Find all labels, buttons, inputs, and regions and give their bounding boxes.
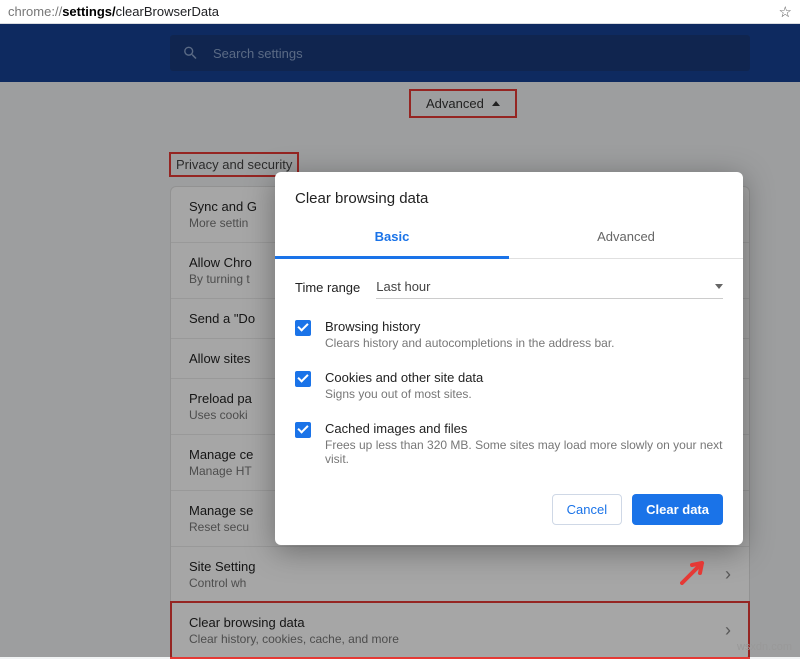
- time-range-select[interactable]: Last hour: [376, 275, 723, 299]
- row-title: Site Setting: [189, 559, 725, 574]
- checkbox-browsing-history[interactable]: [295, 320, 311, 336]
- row-title: Clear browsing data: [189, 615, 725, 630]
- advanced-section-toggle[interactable]: Advanced: [410, 90, 516, 117]
- clear-browsing-data-dialog: Clear browsing data Basic Advanced Time …: [275, 172, 743, 545]
- chevron-up-icon: [492, 101, 500, 106]
- annotation-arrow-icon: [680, 555, 714, 590]
- dialog-title: Clear browsing data: [275, 172, 743, 219]
- chevron-down-icon: [715, 284, 723, 289]
- option-desc: Signs you out of most sites.: [325, 387, 483, 401]
- url-host: settings/: [62, 4, 115, 19]
- time-range-label: Time range: [295, 280, 360, 295]
- option-title: Cached images and files: [325, 421, 723, 436]
- settings-row-site-settings[interactable]: Site Setting Control wh ›: [171, 546, 749, 602]
- cancel-button[interactable]: Cancel: [552, 494, 622, 525]
- tab-advanced[interactable]: Advanced: [509, 219, 743, 258]
- option-title: Cookies and other site data: [325, 370, 483, 385]
- tab-basic[interactable]: Basic: [275, 219, 509, 259]
- chevron-right-icon: ›: [725, 620, 731, 641]
- url-scheme: chrome://: [8, 4, 62, 19]
- search-settings-field[interactable]: [170, 35, 750, 71]
- search-icon: [182, 44, 199, 62]
- option-desc: Frees up less than 320 MB. Some sites ma…: [325, 438, 723, 466]
- clear-data-button[interactable]: Clear data: [632, 494, 723, 525]
- url-path: clearBrowserData: [116, 4, 219, 19]
- settings-header: [0, 24, 800, 82]
- settings-row-clear-data[interactable]: Clear browsing data Clear history, cookie…: [171, 602, 749, 658]
- address-bar[interactable]: chrome://settings/clearBrowserData ☆: [0, 0, 800, 24]
- row-subtitle: Control wh: [189, 576, 725, 590]
- advanced-label: Advanced: [426, 96, 484, 111]
- chevron-right-icon: ›: [725, 564, 731, 585]
- row-subtitle: Clear history, cookies, cache, and more: [189, 632, 725, 646]
- search-input[interactable]: [213, 46, 738, 61]
- checkbox-cookies[interactable]: [295, 371, 311, 387]
- option-desc: Clears history and autocompletions in th…: [325, 336, 615, 350]
- option-title: Browsing history: [325, 319, 615, 334]
- dialog-tabs: Basic Advanced: [275, 219, 743, 259]
- bookmark-star-icon[interactable]: ☆: [779, 3, 792, 21]
- checkbox-cache[interactable]: [295, 422, 311, 438]
- time-range-value: Last hour: [376, 279, 430, 294]
- watermark: wsxdn.com: [737, 641, 792, 653]
